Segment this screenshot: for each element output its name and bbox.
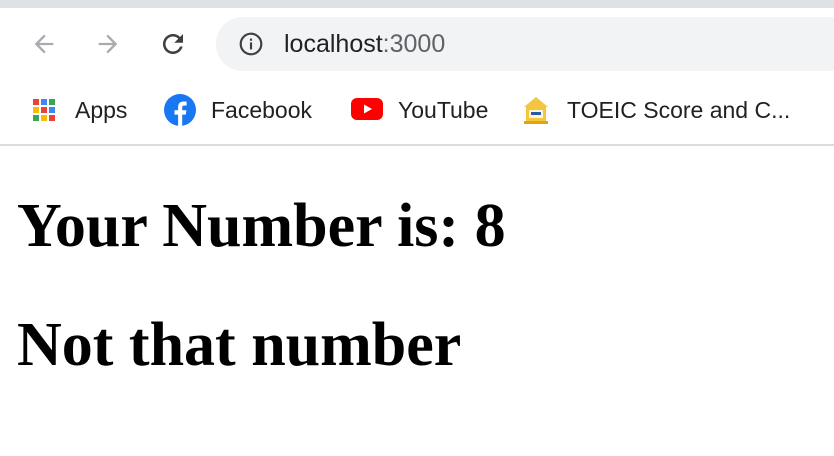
forward-icon — [98, 34, 118, 54]
youtube-icon — [351, 94, 383, 126]
bookmark-label: Apps — [75, 96, 128, 123]
result-heading: Not that number — [17, 311, 462, 379]
facebook-icon — [164, 94, 196, 126]
tab-strip — [0, 0, 834, 8]
bookmark-label: YouTube — [398, 96, 489, 123]
address-bar[interactable]: localhost:3000 — [216, 17, 834, 71]
number-heading: Your Number is: 8 — [17, 192, 506, 260]
forward-button[interactable] — [90, 26, 126, 62]
browser-toolbar: localhost:3000 — [0, 8, 834, 82]
reload-icon — [163, 34, 183, 54]
bookmark-toeic[interactable]: TOEIC Score and C... — [520, 92, 790, 128]
url-host: localhost — [284, 30, 383, 58]
bookmark-youtube[interactable]: YouTube — [351, 92, 488, 128]
info-icon[interactable] — [238, 31, 264, 57]
url-text: localhost:3000 — [284, 29, 445, 59]
bookmarks-bar: Apps Facebook YouTube TOEIC Score and C.… — [0, 82, 834, 146]
url-port: :3000 — [382, 30, 446, 58]
page-content: Your Number is: 8 Not that number — [0, 146, 834, 456]
back-icon — [34, 34, 54, 54]
back-button[interactable] — [26, 26, 62, 62]
bookmark-label: Facebook — [211, 96, 313, 123]
bookmark-facebook[interactable]: Facebook — [164, 92, 312, 128]
bookmark-apps[interactable]: Apps — [28, 92, 127, 128]
apps-grid-icon — [28, 94, 60, 126]
bookmark-label: TOEIC Score and C... — [567, 96, 791, 123]
toeic-icon — [520, 94, 552, 126]
reload-button[interactable] — [155, 26, 191, 62]
